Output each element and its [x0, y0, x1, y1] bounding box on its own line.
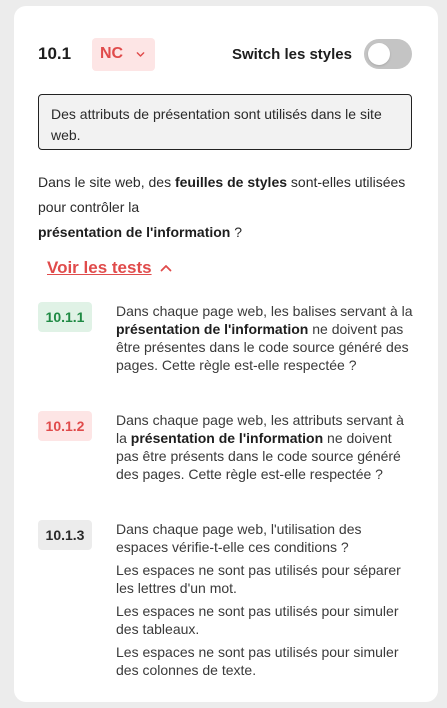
- question-bold-term: feuilles de styles: [174, 174, 288, 190]
- criterion-number: 10.1: [38, 44, 72, 63]
- chevron-down-icon: [136, 51, 145, 57]
- test-description: Dans chaque page web, les attributs serv…: [116, 412, 404, 482]
- criterion-header: 10.1 NC Switch les styles: [38, 37, 412, 71]
- switch-styles-label: Switch les styles: [231, 45, 352, 63]
- toggle-tests-label: Voir les tests: [47, 258, 152, 277]
- test-condition: Les espaces ne sont pas utilisés pour sé…: [116, 562, 401, 596]
- question-text: ?: [230, 224, 243, 240]
- toggle-knob: [368, 43, 390, 65]
- question-text: Dans le site web, des: [38, 174, 175, 190]
- test-status-badge: 10.1.3: [38, 520, 92, 550]
- status-select[interactable]: NC: [92, 37, 156, 71]
- test-description: Dans chaque page web, les balises servan…: [116, 303, 413, 373]
- test-condition: Les espaces ne sont pas utilisés pour si…: [116, 603, 399, 637]
- criterion-question: Dans le site web, des feuilles de styles…: [38, 170, 418, 245]
- toggle-tests-link[interactable]: Voir les tests: [47, 258, 172, 278]
- test-description: Dans chaque page web, l'utilisation des …: [116, 520, 416, 684]
- test-condition: Les espaces ne sont pas utilisés pour si…: [116, 644, 399, 678]
- switch-styles-toggle[interactable]: [364, 39, 412, 69]
- test-status-badge: 10.1.2: [38, 411, 92, 441]
- test-intro: Dans chaque page web, l'utilisation des …: [116, 521, 362, 555]
- question-bold-term: présentation de l'information: [38, 224, 231, 240]
- criterion-card: 10.1 NC Switch les styles Des attributs …: [14, 6, 438, 702]
- status-value: NC: [100, 45, 124, 62]
- test-status-badge: 10.1.1: [38, 302, 92, 332]
- chevron-up-icon: [160, 265, 171, 272]
- comment-callout: Des attributs de présentation sont utili…: [38, 94, 412, 150]
